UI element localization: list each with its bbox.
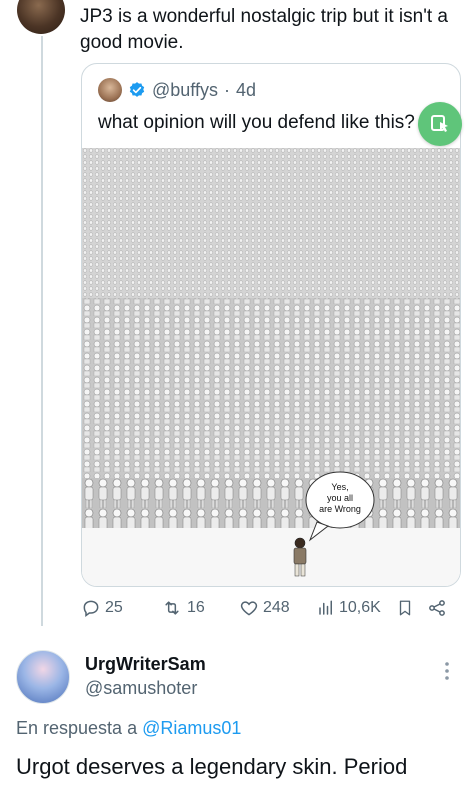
- reply-prefix: En respuesta a: [16, 718, 138, 738]
- svg-text:Yes,: Yes,: [331, 482, 348, 492]
- reply-author-handle[interactable]: @samushoter: [85, 678, 197, 699]
- reply-author-name[interactable]: UrgWriterSam: [85, 654, 206, 675]
- share-icon: [429, 600, 445, 616]
- reply-context: En respuesta a @Riamus01: [16, 718, 241, 739]
- views-icon: [319, 600, 332, 615]
- tweet-text: JP3 is a wonderful nostalgic trip but it…: [80, 6, 448, 53]
- avatar[interactable]: [17, 0, 65, 34]
- more-options-icon[interactable]: [440, 660, 454, 682]
- retweet-button[interactable]: 16: [161, 598, 205, 618]
- quoted-text: what opinion will you defend like this?: [98, 112, 415, 133]
- bookmark-icon: [399, 600, 411, 616]
- quoted-handle: @buffys: [152, 79, 218, 100]
- thread-line: [41, 36, 43, 626]
- reply-author-avatar[interactable]: [16, 650, 70, 704]
- quoted-avatar: [98, 78, 122, 102]
- retweet-icon: [165, 601, 179, 615]
- reply-text: Urgot deserves a legendary skin. Period: [16, 754, 408, 779]
- like-count: 248: [263, 599, 290, 616]
- retweet-count: 16: [187, 599, 205, 616]
- verified-badge-icon: [128, 81, 146, 99]
- quoted-tweet[interactable]: @buffys · 4d what opinion will you defen…: [81, 63, 461, 587]
- views-button[interactable]: 10,6K: [317, 598, 381, 618]
- cursor-hand-icon: [431, 115, 448, 132]
- reply-target-link[interactable]: @Riamus01: [142, 718, 241, 738]
- bookmark-button[interactable]: [396, 598, 414, 618]
- reply-icon: [83, 600, 99, 617]
- like-button[interactable]: 248: [239, 598, 290, 618]
- heart-icon: [240, 601, 258, 616]
- quoted-tweet-header: @buffys · 4d: [98, 78, 256, 102]
- floating-action-button[interactable]: [418, 102, 462, 146]
- svg-text:are Wrong: are Wrong: [319, 504, 361, 514]
- view-count: 10,6K: [339, 599, 381, 616]
- share-button[interactable]: [427, 598, 447, 618]
- tweet-actions: 25 16 248 10,6K: [81, 598, 461, 624]
- reply-button[interactable]: 25: [81, 598, 123, 618]
- reply-count: 25: [105, 599, 123, 616]
- dot-separator: ·: [223, 79, 230, 100]
- svg-text:you all: you all: [327, 493, 353, 503]
- truncated-timestamp-line: [16, 800, 186, 808]
- quoted-age: 4d: [235, 79, 257, 100]
- quoted-image[interactable]: Yes, you all are Wrong: [82, 148, 460, 586]
